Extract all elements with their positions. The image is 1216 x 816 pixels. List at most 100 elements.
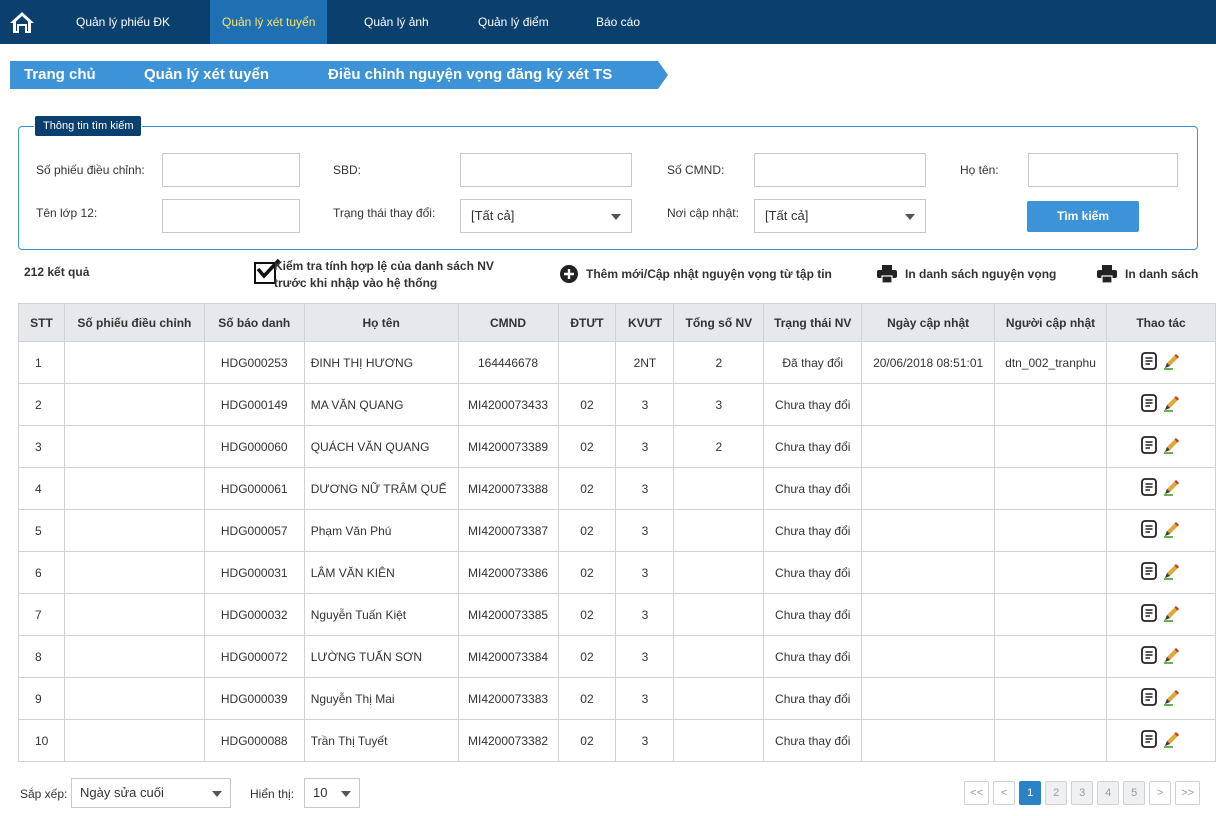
document-icon[interactable]	[1141, 352, 1157, 373]
nav-quan-ly-anh[interactable]: Quản lý ảnh	[352, 0, 441, 44]
col-trang-thai[interactable]: Trạng thái NV	[763, 303, 863, 342]
cell-trang-thai: Chưa thay đổi	[763, 383, 863, 426]
col-cmnd[interactable]: CMND	[457, 303, 559, 342]
cell-tong-so-nv	[673, 509, 765, 552]
edit-pencil-icon[interactable]	[1163, 520, 1181, 541]
page-button[interactable]: 5	[1123, 781, 1146, 805]
edit-pencil-icon[interactable]	[1163, 730, 1181, 751]
edit-pencil-icon[interactable]	[1163, 646, 1181, 667]
ten-lop-input[interactable]	[162, 199, 300, 233]
cell-tong-so-nv	[673, 677, 765, 720]
search-button[interactable]: Tìm kiếm	[1027, 201, 1139, 232]
document-icon[interactable]	[1141, 562, 1157, 583]
breadcrumb: Trang chủ Quản lý xét tuyển Điều chỉnh n…	[0, 44, 1216, 102]
document-icon[interactable]	[1141, 646, 1157, 667]
show-value: 10	[313, 785, 328, 800]
document-icon[interactable]	[1141, 520, 1157, 541]
cell-tong-so-nv	[673, 593, 765, 636]
cell-so-phieu	[63, 551, 205, 594]
cell-stt: 1	[18, 341, 65, 384]
cell-so-bao-danh: HDG000088	[203, 719, 305, 762]
document-icon[interactable]	[1141, 730, 1157, 751]
edit-pencil-icon[interactable]	[1163, 394, 1181, 415]
noi-cap-nhat-select[interactable]: [Tất cả]	[754, 199, 926, 233]
cell-so-bao-danh: HDG000072	[203, 635, 305, 678]
cell-dtut: 02	[557, 593, 617, 636]
cell-trang-thai: Chưa thay đổi	[763, 719, 863, 762]
cell-kvut: 3	[615, 635, 675, 678]
show-select[interactable]: 10	[304, 778, 360, 808]
ho-ten-input[interactable]	[1028, 153, 1178, 187]
col-ngay-cap-nhat[interactable]: Ngày cập nhật	[861, 303, 996, 342]
col-tong-so-nv[interactable]: Tổng số NV	[673, 303, 765, 342]
col-so-phieu[interactable]: Số phiếu điều chỉnh	[63, 303, 205, 342]
cell-so-phieu	[63, 425, 205, 468]
add-from-file-button[interactable]: Thêm mới/Cập nhật nguyện vọng từ tập tin	[560, 262, 832, 286]
page-button[interactable]: 4	[1097, 781, 1120, 805]
cell-tong-so-nv: 3	[673, 383, 765, 426]
pager-nav-button[interactable]: >>	[1175, 781, 1200, 805]
pager-nav-button[interactable]: <	[993, 781, 1016, 805]
nav-bao-cao[interactable]: Báo cáo	[584, 0, 652, 44]
cell-ngay-cap-nhat	[861, 551, 996, 594]
cmnd-input[interactable]	[754, 153, 926, 187]
edit-pencil-icon[interactable]	[1163, 562, 1181, 583]
cell-actions	[1106, 635, 1216, 678]
pager-nav-button[interactable]: >	[1149, 781, 1172, 805]
document-icon[interactable]	[1141, 436, 1157, 457]
cell-actions	[1106, 719, 1216, 762]
page-button[interactable]: 2	[1045, 781, 1068, 805]
document-icon[interactable]	[1141, 394, 1157, 415]
document-icon[interactable]	[1141, 478, 1157, 499]
print-list-button[interactable]: In danh sách	[1097, 262, 1198, 286]
page-button[interactable]: 3	[1071, 781, 1094, 805]
cell-stt: 6	[18, 551, 65, 594]
chevron-down-icon	[341, 791, 351, 797]
so-phieu-input[interactable]	[162, 153, 300, 187]
page-button[interactable]: 1	[1019, 781, 1042, 805]
col-ho-ten[interactable]: Họ tên	[303, 303, 459, 342]
sort-value: Ngày sửa cuối	[80, 785, 164, 800]
col-so-bao-danh[interactable]: Số báo danh	[203, 303, 305, 342]
nav-quan-ly-xet-tuyen[interactable]: Quản lý xét tuyển	[210, 0, 328, 44]
edit-pencil-icon[interactable]	[1163, 604, 1181, 625]
col-stt[interactable]: STT	[18, 303, 65, 342]
cell-stt: 10	[18, 719, 65, 762]
document-icon[interactable]	[1141, 688, 1157, 709]
cell-trang-thai: Đã thay đổi	[763, 341, 863, 384]
cell-so-bao-danh: HDG000149	[203, 383, 305, 426]
print-nv-button[interactable]: In danh sách nguyện vọng	[877, 262, 1056, 286]
home-button[interactable]	[0, 0, 44, 44]
edit-pencil-icon[interactable]	[1163, 436, 1181, 457]
cell-nguoi-cap-nhat	[994, 509, 1108, 552]
cell-actions	[1106, 467, 1216, 510]
cell-dtut: 02	[557, 551, 617, 594]
breadcrumb-home[interactable]: Trang chủ	[10, 61, 122, 89]
col-kvut[interactable]: KVƯT	[615, 303, 675, 342]
cell-ngay-cap-nhat	[861, 719, 996, 762]
col-dtut[interactable]: ĐTƯT	[557, 303, 617, 342]
document-icon[interactable]	[1141, 604, 1157, 625]
cell-ho-ten: Nguyễn Thị Mai	[303, 677, 459, 720]
cell-dtut: 02	[557, 677, 617, 720]
col-nguoi-cap-nhat[interactable]: Người cập nhật	[994, 303, 1108, 342]
edit-pencil-icon[interactable]	[1163, 352, 1181, 373]
cell-cmnd: MI4200073389	[457, 425, 559, 468]
nav-quan-ly-diem[interactable]: Quản lý điểm	[466, 0, 561, 44]
cell-stt: 3	[18, 425, 65, 468]
cell-trang-thai: Chưa thay đổi	[763, 509, 863, 552]
top-navbar: Quản lý phiếu ĐK Quản lý xét tuyển Quản …	[0, 0, 1216, 44]
cell-so-bao-danh: HDG000060	[203, 425, 305, 468]
trang-thai-select[interactable]: [Tất cả]	[460, 199, 632, 233]
plus-circle-icon	[560, 265, 578, 283]
edit-pencil-icon[interactable]	[1163, 478, 1181, 499]
edit-pencil-icon[interactable]	[1163, 688, 1181, 709]
pager-nav-button[interactable]: <<	[964, 781, 990, 805]
sort-select[interactable]: Ngày sửa cuối	[71, 778, 231, 808]
cell-actions	[1106, 551, 1216, 594]
cell-cmnd: MI4200073386	[457, 551, 559, 594]
breadcrumb-xet-tuyen[interactable]: Quản lý xét tuyển	[120, 61, 300, 89]
nav-quan-ly-phieu-dk[interactable]: Quản lý phiếu ĐK	[64, 0, 182, 44]
validate-checkbox[interactable]: Kiểm tra tính hợp lệ của danh sách NV tr…	[254, 258, 554, 294]
sbd-input[interactable]	[460, 153, 632, 187]
